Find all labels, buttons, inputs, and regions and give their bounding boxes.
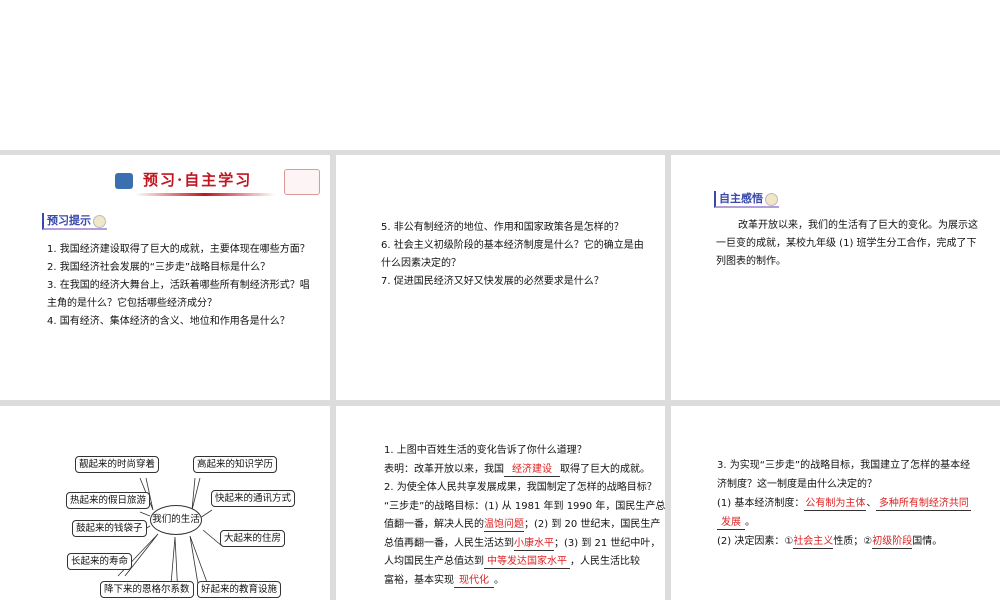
mindmap-node: 高起来的知识学历 — [193, 456, 278, 473]
mindmap-node: 快起来的通讯方式 — [211, 490, 296, 507]
slide-preview-2[interactable]: 5. 非公有制经济的地位、作用和国家政策各是怎样的？ 6. 社会主义初级阶段的基… — [336, 155, 665, 400]
slide-grid: 预习·自主学习 预习提示 1. 我国经济建设取得了巨大的成就，主要体现在哪些方面… — [0, 150, 1000, 600]
section-banner: 预习·自主学习 — [115, 169, 275, 196]
answer-text: 1. 上图中百姓生活的变化告诉了你什么道理？ 表明：改革开放以来，我国 经济建设取… — [384, 445, 666, 588]
mindmap-node: 靓起来的时尚穿着 — [75, 456, 160, 473]
slide-preview-4[interactable]: 我们的生活 靓起来的时尚穿着 高起来的知识学历 热起来的假日旅游 快起来的通讯方… — [0, 406, 330, 600]
slide-preview-6[interactable]: 3. 为实现“三步走”的战略目标，我国建立了怎样的基本经 济制度？这一制度是由什… — [671, 406, 1000, 600]
answer-text: 3. 为实现“三步走”的战略目标，我国建立了怎样的基本经 济制度？这一制度是由什… — [717, 460, 972, 549]
mindmap-node: 热起来的假日旅游 — [66, 492, 151, 509]
mindmap-center: 我们的生活 — [150, 505, 202, 535]
note-thumbnail — [284, 169, 320, 195]
mindmap-node: 降下来的恩格尔系数 — [100, 581, 194, 598]
question-list: 1. 我国经济建设取得了巨大的成就，主要体现在哪些方面？ 2. 我国经济社会发展… — [47, 244, 310, 327]
question-list: 5. 非公有制经济的地位、作用和国家政策各是怎样的？ 6. 社会主义初级阶段的基… — [381, 222, 644, 287]
intro-paragraph: 改革开放以来，我们的生活有了巨大的变化。为展示这一巨变的成就，某校九年级 (1)… — [716, 220, 978, 267]
slide-preview-3[interactable]: 自主感悟 改革开放以来，我们的生活有了巨大的变化。为展示这一巨变的成就，某校九年… — [671, 155, 1000, 400]
mindmap-node: 长起来的寿命 — [67, 553, 133, 570]
graduation-cap-icon — [115, 173, 133, 189]
self-reflection-tag: 自主感悟 — [714, 191, 779, 208]
mindmap-node: 大起来的住房 — [220, 530, 286, 547]
slide-preview-1[interactable]: 预习·自主学习 预习提示 1. 我国经济建设取得了巨大的成就，主要体现在哪些方面… — [0, 155, 330, 400]
mindmap-node: 鼓起来的钱袋子 — [72, 520, 147, 537]
preview-tips-tag: 预习提示 — [42, 213, 107, 230]
slide-preview-5[interactable]: 1. 上图中百姓生活的变化告诉了你什么道理？ 表明：改革开放以来，我国 经济建设取… — [336, 406, 665, 600]
mindmap-node: 好起来的教育设施 — [197, 581, 282, 598]
